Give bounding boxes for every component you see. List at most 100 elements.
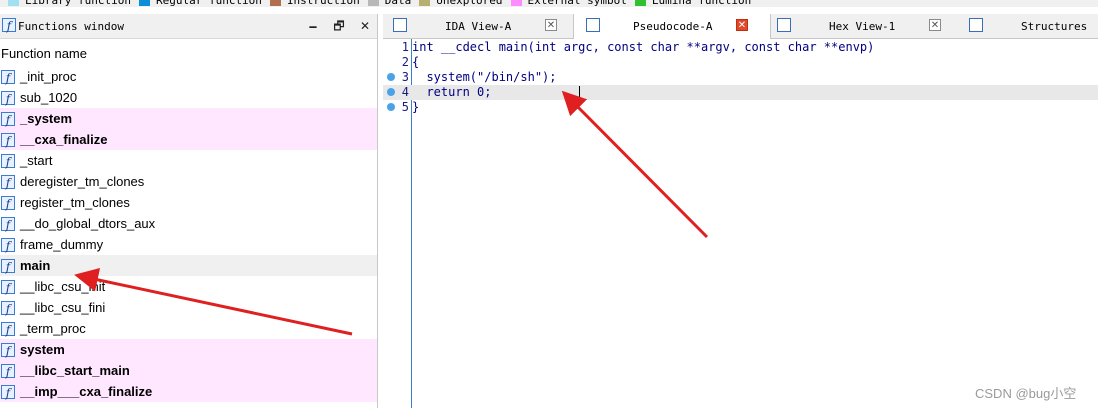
function-name: sub_1020 xyxy=(20,90,78,105)
function-name: __libc_csu_init xyxy=(20,279,106,294)
line-number: 5 xyxy=(401,100,409,114)
view-tabs: IDA View-A ✕ Pseudocode-A ✕ Hex View-1 ✕ Struc… xyxy=(383,14,1098,39)
function-name: __libc_csu_fini xyxy=(20,300,106,315)
function-row[interactable]: f _init_proc xyxy=(0,66,377,87)
minimize-icon[interactable]: 🗕 xyxy=(305,18,321,34)
code-text: return 0; xyxy=(412,85,492,99)
legend-item: Library function xyxy=(8,0,131,7)
function-name: register_tm_clones xyxy=(20,195,130,210)
code-line[interactable]: 2{ xyxy=(383,55,1098,70)
legend-swatch xyxy=(634,0,646,6)
tab-close-icon[interactable]: ✕ xyxy=(929,19,941,31)
column-header-function-name[interactable]: Function name xyxy=(0,44,378,64)
legend-label: Lumina function xyxy=(651,0,752,7)
function-icon: f xyxy=(1,237,15,253)
function-name: frame_dummy xyxy=(20,237,104,252)
legend-swatch xyxy=(510,0,522,6)
function-row[interactable]: f __cxa_finalize xyxy=(0,129,377,150)
function-row[interactable]: f __imp___cxa_finalize xyxy=(0,381,377,402)
function-icon: f xyxy=(1,111,15,127)
legend-label: Unexplored xyxy=(436,0,503,7)
function-icon: f xyxy=(2,18,16,33)
tab-structures[interactable]: Structures xyxy=(955,14,1098,38)
legend-swatch xyxy=(419,0,431,6)
function-name: __do_global_dtors_aux xyxy=(20,216,156,231)
function-icon: f xyxy=(1,321,15,337)
function-row[interactable]: f register_tm_clones xyxy=(0,192,377,213)
legend-items: Library function Regular function Instruct… xyxy=(8,0,759,7)
watermark: CSDN @bug小空 xyxy=(975,386,1077,401)
function-icon: f xyxy=(1,279,15,295)
tab-label: IDA View-A xyxy=(445,20,512,33)
function-row[interactable]: f __libc_csu_init xyxy=(0,276,377,297)
line-number: 2 xyxy=(401,55,409,69)
line-number: 4 xyxy=(401,85,409,99)
function-icon: f xyxy=(1,258,15,274)
code-line[interactable]: 4 return 0; xyxy=(383,85,1098,100)
close-icon[interactable]: ✕ xyxy=(357,18,373,34)
function-name: __cxa_finalize xyxy=(20,132,108,147)
function-row[interactable]: f frame_dummy xyxy=(0,234,377,255)
functions-window: f Functions window 🗕 🗗 ✕ Function name f… xyxy=(0,14,378,408)
function-row[interactable]: f deregister_tm_clones xyxy=(0,171,377,192)
tab-close-icon[interactable]: ✕ xyxy=(736,19,748,31)
function-row[interactable]: f __libc_start_main xyxy=(0,360,377,381)
code-text: system("/bin/sh"); xyxy=(412,70,557,84)
function-name: _system xyxy=(20,111,73,126)
pseudocode-view[interactable]: 1 int __cdecl main(int argc, const char *… xyxy=(383,39,1098,408)
function-row[interactable]: f main xyxy=(0,255,377,276)
function-row[interactable]: f _start xyxy=(0,150,377,171)
function-icon: f xyxy=(1,153,15,169)
function-row[interactable]: f _term_proc xyxy=(0,318,377,339)
code-line[interactable]: 5} xyxy=(383,100,1098,115)
function-icon: f xyxy=(1,132,15,148)
function-name: deregister_tm_clones xyxy=(20,174,145,189)
function-name: _init_proc xyxy=(20,69,77,84)
legend-item: Unexplored xyxy=(419,0,503,7)
legend-label: Instruction xyxy=(286,0,360,7)
legend-label: External symbol xyxy=(527,0,627,7)
legend-label: Library function xyxy=(25,0,131,7)
legend-item: Lumina function xyxy=(634,0,752,7)
function-icon: f xyxy=(1,384,15,400)
tab-close-icon[interactable]: ✕ xyxy=(545,19,557,31)
restore-icon[interactable]: 🗗 xyxy=(331,18,347,34)
function-icon: f xyxy=(1,174,15,190)
function-row[interactable]: f sub_1020 xyxy=(0,87,377,108)
tab-hex-view-1[interactable]: Hex View-1 ✕ xyxy=(769,14,955,38)
legend-item: External symbol xyxy=(510,0,627,7)
code-line[interactable]: 1 int __cdecl main(int argc, const char *… xyxy=(383,40,1098,55)
function-icon: f xyxy=(1,300,15,316)
legend-item: Regular function xyxy=(138,0,262,7)
code-text: } xyxy=(412,100,420,114)
function-row[interactable]: f system xyxy=(0,339,377,360)
function-name: __imp___cxa_finalize xyxy=(20,384,153,399)
legend-swatch xyxy=(269,0,281,6)
code-line[interactable]: 3 system("/bin/sh"); xyxy=(383,70,1098,85)
function-row[interactable]: f __libc_csu_fini xyxy=(0,297,377,318)
legend-swatch xyxy=(367,0,379,6)
hex-view-icon xyxy=(777,18,791,32)
code-text: { xyxy=(412,55,420,69)
function-row[interactable]: f __do_global_dtors_aux xyxy=(0,213,377,234)
legend-swatch xyxy=(138,0,150,6)
function-icon: f xyxy=(1,195,15,211)
legend-bar: Library function Regular function Instruct… xyxy=(0,0,1098,7)
tab-ida-view-a[interactable]: IDA View-A ✕ xyxy=(383,14,572,38)
legend-swatch xyxy=(8,0,19,6)
functions-window-titlebar: f Functions window 🗕 🗗 ✕ xyxy=(0,14,377,39)
tab-pseudocode-a[interactable]: Pseudocode-A ✕ xyxy=(573,14,771,39)
function-icon: f xyxy=(1,216,15,232)
function-icon: f xyxy=(1,342,15,358)
functions-list: f _init_proc f sub_1020 f _system f __cxa_final… xyxy=(0,66,377,402)
tab-label: Structures xyxy=(1021,20,1088,33)
function-row[interactable]: f _system xyxy=(0,108,377,129)
tab-label: Pseudocode-A xyxy=(633,20,713,33)
function-name: main xyxy=(20,258,51,273)
pseudocode-icon xyxy=(586,18,600,32)
function-name: system xyxy=(20,342,65,357)
legend-item: Instruction xyxy=(269,0,360,7)
function-name: _term_proc xyxy=(20,321,86,336)
structures-icon xyxy=(969,18,983,32)
function-icon: f xyxy=(1,363,15,379)
